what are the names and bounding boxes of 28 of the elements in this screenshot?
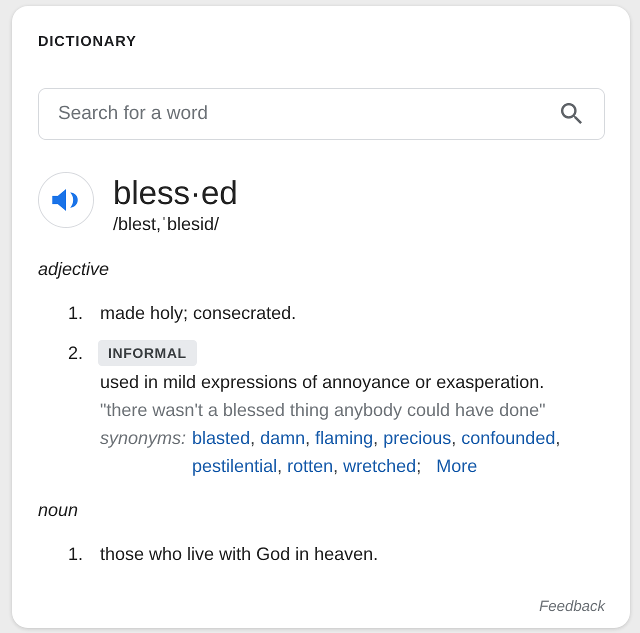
- example-sentence: "there wasn't a blessed thing anybody could have done": [100, 399, 546, 422]
- list-number: 2.: [68, 343, 84, 363]
- synonym-link[interactable]: blasted: [192, 428, 250, 448]
- synonym-list: blasted, damn, flaming, precious, confounded, pestilential, rotten, wretched; More: [192, 424, 605, 480]
- synonym-link[interactable]: pestilential: [192, 456, 278, 476]
- headword: bless·ed: [113, 174, 238, 212]
- synonyms-label: synonyms:: [100, 427, 186, 450]
- search-field[interactable]: Search for a word: [38, 88, 605, 140]
- synonym-link[interactable]: rotten: [287, 456, 334, 476]
- part-of-speech: noun: [38, 499, 78, 522]
- synonym-link[interactable]: flaming: [315, 428, 374, 448]
- list-number: 1.: [68, 544, 84, 564]
- synonym-link[interactable]: precious: [383, 428, 452, 448]
- synonym-link[interactable]: confounded: [461, 428, 556, 448]
- definition-text: those who live with God in heaven.: [100, 543, 378, 566]
- pronunciation: /blest,ˈblesid/: [113, 213, 220, 236]
- part-of-speech: adjective: [38, 258, 110, 281]
- more-link[interactable]: More: [436, 456, 478, 476]
- search-icon: [561, 103, 582, 124]
- feedback-link[interactable]: Feedback: [539, 597, 605, 617]
- speaker-icon: [52, 189, 78, 211]
- definition-text: made holy; consecrated.: [100, 302, 296, 325]
- definition-text: used in mild expressions of annoyance or exasperation.: [100, 371, 544, 394]
- synonym-link[interactable]: damn: [260, 428, 306, 448]
- usage-tag: INFORMAL: [98, 340, 197, 366]
- section-title: DICTIONARY: [38, 34, 137, 50]
- synonym-link[interactable]: wretched: [343, 456, 416, 476]
- list-number: 1.: [68, 303, 84, 323]
